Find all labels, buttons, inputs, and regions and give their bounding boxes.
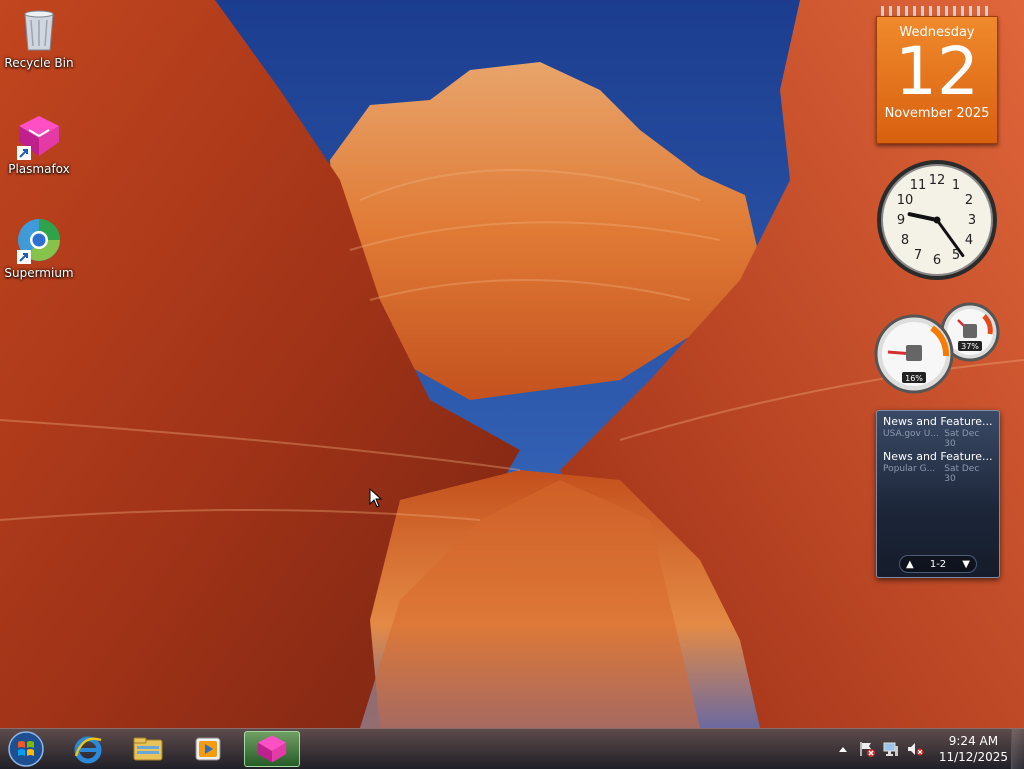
volume-muted-icon[interactable] (906, 740, 924, 758)
news-source: Popular G... (883, 464, 936, 474)
news-page-label: 1-2 (929, 558, 947, 570)
calendar-month-year: November 2025 (884, 106, 990, 121)
svg-text:1: 1 (952, 178, 960, 193)
file-explorer-icon (133, 737, 163, 761)
calendar-day: 12 (895, 33, 979, 110)
recycle-bin[interactable]: Recycle Bin (2, 6, 76, 70)
svg-text:8: 8 (901, 233, 909, 248)
news-title: News and Feature... (883, 450, 993, 463)
news-title: News and Feature... (883, 415, 993, 428)
calendar-gadget[interactable]: Wednesday 12 November 2025 (876, 6, 998, 144)
tray-clock[interactable]: 9:24 AM 11/12/2025 (939, 733, 1008, 765)
show-desktop-button[interactable] (1011, 729, 1024, 769)
news-gadget[interactable]: News and Feature... USA.gov U... Sat Dec… (876, 410, 1000, 578)
news-item[interactable]: News and Feature... Popular G... Sat Dec… (877, 446, 999, 484)
desktop[interactable]: Recycle Bin Plasmafox Supermium Wednesda… (0, 0, 1024, 728)
news-date: Sat Dec 30 (944, 464, 980, 484)
tray-date: 11/12/2025 (938, 750, 1008, 764)
svg-text:7: 7 (914, 248, 922, 263)
svg-text:10: 10 (897, 193, 914, 208)
mouse-cursor-icon (369, 488, 383, 508)
svg-text:6: 6 (933, 253, 941, 268)
cpu-meter-gadget[interactable]: 37% 16% (874, 300, 1000, 396)
supermium-label: Supermium (4, 266, 74, 280)
svg-text:11: 11 (910, 178, 927, 193)
svg-text:2: 2 (965, 193, 973, 208)
plasmafox-shortcut[interactable]: Plasmafox (2, 112, 76, 176)
calendar-page: Wednesday 12 November 2025 (876, 16, 998, 144)
start-button[interactable] (4, 730, 48, 768)
media-player-icon (195, 737, 221, 761)
system-tray: 9:24 AM 11/12/2025 (831, 729, 1008, 769)
svg-text:12: 12 (929, 173, 946, 188)
plasmafox-label: Plasmafox (8, 162, 70, 176)
plasmafox-icon (257, 735, 287, 763)
wallpaper (0, 0, 1024, 728)
news-source: USA.gov U... (883, 429, 939, 439)
taskbar-file-explorer[interactable] (120, 731, 176, 767)
news-prev-icon[interactable]: ▲ (906, 559, 914, 570)
clock-gadget[interactable]: 12369 1245 781011 (874, 158, 1000, 282)
internet-explorer-icon (74, 736, 102, 764)
action-center-flag-icon[interactable] (858, 740, 876, 758)
taskbar-internet-explorer[interactable] (60, 731, 116, 767)
taskbar-plasmafox[interactable] (244, 731, 300, 767)
supermium-shortcut[interactable]: Supermium (2, 216, 76, 280)
taskbar-media-player[interactable] (180, 731, 236, 767)
network-icon[interactable] (882, 740, 900, 758)
news-pager: ▲ 1-2 ▼ (899, 555, 977, 573)
news-next-icon[interactable]: ▼ (962, 559, 970, 570)
news-item[interactable]: News and Feature... USA.gov U... Sat Dec… (877, 411, 999, 449)
svg-text:3: 3 (968, 213, 976, 228)
shortcut-arrow-icon (17, 146, 31, 160)
shortcut-arrow-icon (17, 250, 31, 264)
news-date: Sat Dec 30 (944, 429, 980, 449)
plasmafox-icon (15, 112, 63, 160)
recycle-bin-icon (15, 6, 63, 54)
tray-time: 9:24 AM (948, 734, 999, 748)
memory-percent: 37% (961, 342, 979, 351)
recycle-bin-label: Recycle Bin (4, 56, 74, 70)
show-hidden-icons-icon[interactable] (834, 740, 852, 758)
svg-text:4: 4 (965, 233, 973, 248)
taskbar: 9:24 AM 11/12/2025 (0, 728, 1024, 769)
svg-text:9: 9 (897, 213, 905, 228)
supermium-icon (15, 216, 63, 264)
cpu-percent: 16% (905, 374, 923, 383)
